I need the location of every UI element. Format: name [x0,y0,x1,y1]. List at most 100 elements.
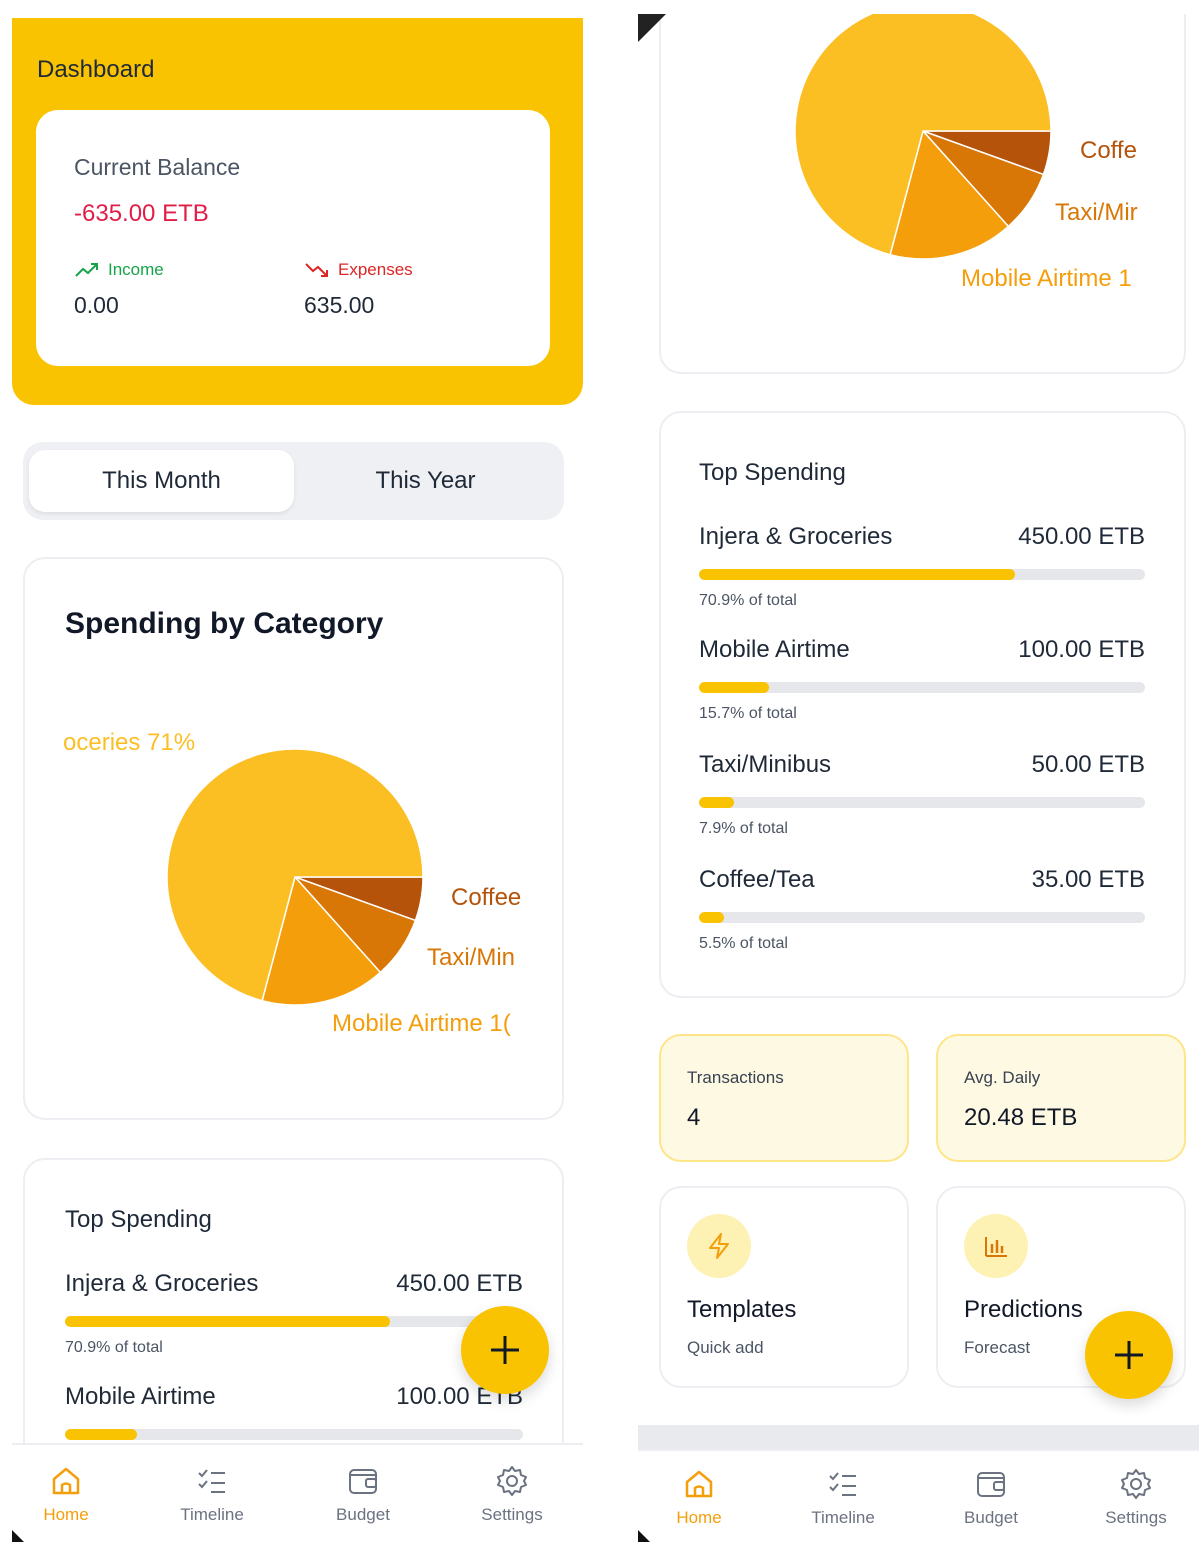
item-name: Injera & Groceries [699,523,893,550]
item-progress-fill [699,569,1016,580]
pie-label: Mobile Airtime 1 [961,265,1132,292]
pie-label: Coffe [1080,137,1137,164]
item-progress-bar [699,569,1145,580]
trending-up-icon [75,263,98,277]
expenses-label: Expenses [338,260,413,279]
plus-icon [1115,1341,1143,1369]
item-amount: 100.00 ETB [1018,636,1145,663]
item-name: Mobile Airtime [65,1383,216,1410]
nav-label: Timeline [180,1505,244,1524]
lightning-icon [709,1233,729,1259]
item-percent: 70.9% of total [65,1339,163,1356]
item-percent: 15.7% of total [699,705,797,722]
item-amount: 450.00 ETB [1018,523,1145,550]
top-spending-item: Taxi/Minibus 50.00 ETB 7.9% of total [699,751,1145,838]
balance-value: -635.00 ETB [74,200,209,227]
gear-icon [497,1466,527,1496]
nav-shadow [638,1425,1199,1451]
top-spending-title: Top Spending [699,459,846,486]
pie-label: Mobile Airtime 1( [332,1010,511,1037]
item-percent: 70.9% of total [699,592,797,609]
top-spending-item: Mobile Airtime 100.00 ETB [65,1383,523,1440]
nav-label: Budget [336,1505,390,1524]
page-title: Dashboard [37,56,155,83]
nav-budget[interactable]: Budget [303,1445,423,1543]
item-percent: 7.9% of total [699,820,788,837]
item-progress-bar [65,1316,523,1327]
item-progress-fill [699,797,735,808]
dashboard-screen-top: Dashboard Current Balance -635.00 ETB In… [12,18,583,1543]
item-name: Taxi/Minibus [699,751,832,778]
bottom-nav: Home Timeline Budget Settings [12,1443,583,1543]
predictions-icon-badge [964,1214,1028,1278]
spending-chart-card: Spending by Category oceries 71% Coffee Ta… [23,557,564,1120]
top-spending-title: Top Spending [65,1206,212,1233]
item-name: Mobile Airtime [699,636,850,663]
item-progress-fill [699,912,724,923]
nav-home[interactable]: Home [639,1451,759,1543]
spending-chart-card: Coffe Taxi/Mir Mobile Airtime 1 [659,14,1186,374]
transactions-value: 4 [687,1104,701,1131]
nav-label: Home [43,1505,89,1524]
nav-settings[interactable]: Settings [452,1445,572,1543]
income-value: 0.00 [74,292,119,318]
home-icon [52,1467,80,1495]
transactions-stat-card: Transactions 4 [659,1034,909,1162]
window-corner [638,1530,650,1542]
checklist-icon [829,1472,856,1496]
dashboard-header: Dashboard Current Balance -635.00 ETB In… [12,18,583,405]
expenses-value: 635.00 [304,292,375,318]
pie-label: Coffee [451,884,521,911]
income-label: Income [108,260,164,279]
top-spending-item: Injera & Groceries 450.00 ETB 70.9% of t… [65,1270,523,1357]
window-corner [12,1530,24,1542]
tab-this-year[interactable]: This Year [293,450,558,512]
pie-label: oceries 71% [63,729,195,756]
templates-subtitle: Quick add [687,1338,764,1357]
dashboard-screen-scrolled: Coffe Taxi/Mir Mobile Airtime 1 Top Spendi… [638,14,1199,1543]
gear-icon [1121,1469,1151,1499]
tab-this-month[interactable]: This Month [29,450,294,512]
transactions-label: Transactions [687,1068,784,1087]
templates-card[interactable]: Templates Quick add [659,1186,909,1388]
nav-label: Home [676,1508,722,1527]
nav-budget[interactable]: Budget [931,1451,1051,1543]
spending-pie-chart: Coffe Taxi/Mir Mobile Airtime 1 [794,14,1138,292]
pie-label: Taxi/Min [427,944,515,971]
item-progress-fill [65,1429,137,1440]
top-spending-card: Top Spending Injera & Groceries 450.00 E… [659,411,1186,998]
item-name: Injera & Groceries [65,1270,259,1297]
add-transaction-button[interactable] [1085,1311,1173,1399]
predictions-subtitle: Forecast [964,1338,1031,1357]
item-progress-fill [699,682,770,693]
avg-daily-label: Avg. Daily [964,1068,1041,1087]
nav-home[interactable]: Home [12,1445,126,1543]
avg-daily-value: 20.48 ETB [964,1104,1078,1131]
item-progress-bar [699,797,1145,808]
balance-label: Current Balance [74,154,241,180]
expenses-stat: Expenses 635.00 [304,260,413,319]
item-percent: 5.5% of total [699,935,788,952]
nav-label: Budget [964,1508,1018,1527]
nav-label: Timeline [811,1508,875,1527]
nav-settings[interactable]: Settings [1076,1451,1196,1543]
item-name: Coffee/Tea [699,866,815,893]
spending-pie-chart: oceries 71% Coffee Taxi/Min Mobile Airtime … [63,729,521,1037]
period-toggle: This Month This Year [23,442,564,520]
nav-timeline[interactable]: Timeline [152,1445,272,1543]
add-transaction-button[interactable] [461,1306,549,1394]
item-amount: 450.00 ETB [396,1270,523,1297]
templates-title: Templates [687,1296,797,1323]
nav-timeline[interactable]: Timeline [783,1451,903,1543]
top-spending-item: Mobile Airtime 100.00 ETB 15.7% of total [699,636,1145,723]
item-progress-bar [699,912,1145,923]
item-progress-bar [65,1429,523,1440]
nav-label: Settings [481,1505,543,1524]
top-spending-item: Coffee/Tea 35.00 ETB 5.5% of total [699,866,1145,953]
item-amount: 50.00 ETB [1031,751,1145,778]
window-corner [638,14,666,42]
avg-daily-stat-card: Avg. Daily 20.48 ETB [936,1034,1186,1162]
bar-chart-icon [985,1237,1007,1257]
pie-label: Taxi/Mir [1055,199,1138,226]
checklist-icon [198,1469,225,1493]
